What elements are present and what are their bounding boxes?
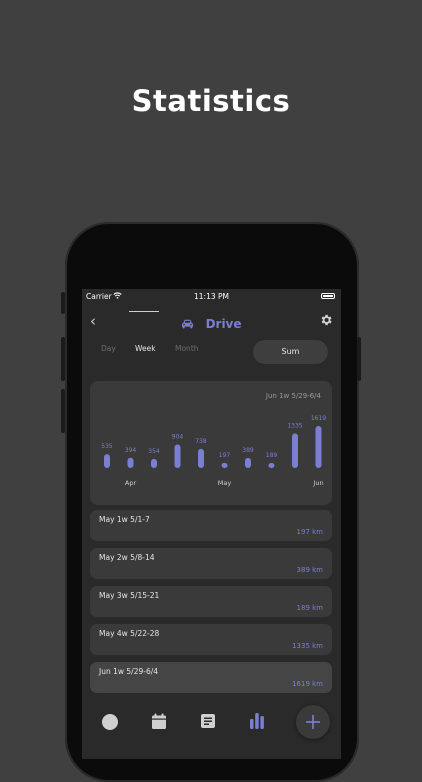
chart-bar[interactable] [245,457,251,468]
week-range-label: May 2w 5/8-14 [99,553,155,562]
chart-bar[interactable] [315,426,322,468]
nav-bar: ‹ Drive [82,309,341,333]
page-headline: Statistics [131,84,291,118]
tab-month[interactable]: Month [175,344,199,353]
active-tab-underline [129,311,159,312]
month-axis-label: Jun [312,479,323,487]
weekly-chart-card: Jun 1w 5/29-6/4 535 394 354 904 738 197 389 189… [90,381,332,505]
status-bar: Carrier 11:13 PM [82,289,341,304]
bar-value-label: 354 [148,448,160,455]
screen-title: Drive [205,317,242,331]
bar-chart-icon[interactable] [249,712,265,729]
week-list-item[interactable]: Jun 1w 5/29-6/4 1619 km [90,662,332,693]
bar-value-label: 904 [172,434,184,441]
app-screen: Carrier 11:13 PM ‹ Drive Day Week Month … [82,289,341,759]
week-list-item[interactable]: May 2w 5/8-14 389 km [90,548,332,579]
bar-value-label: 189 [266,452,278,459]
sum-button[interactable]: Sum [253,340,328,364]
tab-week[interactable]: Week [135,344,156,353]
phone-mute-switch [61,292,65,314]
week-range-label: May 4w 5/22-28 [99,629,160,638]
tab-day[interactable]: Day [101,344,116,353]
calendar-icon[interactable] [151,713,167,730]
weekly-bar-chart: 535 394 354 904 738 197 389 189 1335 1619 Apr May Ju… [101,415,326,487]
notes-icon[interactable] [200,713,216,729]
week-range-label: May 3w 5/15-21 [99,591,160,600]
week-list-item[interactable]: May 3w 5/15-21 189 km [90,586,332,617]
bar-value-label: 389 [242,447,254,454]
title-group: Drive [82,313,341,332]
month-axis-label: Apr [125,479,137,487]
week-distance: 197 km [296,528,323,536]
week-range-label: Jun 1w 5/29-6/4 [99,667,159,676]
week-list-item[interactable]: May 4w 5/22-28 1335 km [90,624,332,655]
car-icon [182,319,194,328]
month-axis-label: May [218,479,232,487]
week-distance: 1619 km [292,680,323,688]
phone-volume-down [61,389,65,433]
bottom-tab-bar [82,703,341,743]
bar-value-label: 197 [219,452,231,459]
bar-value-label: 738 [195,438,207,445]
bar-value-label: 535 [101,443,113,450]
chart-bar[interactable] [268,463,275,468]
chart-bar[interactable] [174,444,181,468]
chart-bar[interactable] [221,462,228,468]
battery-icon [321,293,335,299]
week-list-item[interactable]: May 1w 5/1-7 197 km [90,510,332,541]
status-time: 11:13 PM [194,292,229,301]
bar-value-label: 1335 [287,422,302,429]
chart-bar[interactable] [292,433,298,468]
week-distance: 189 km [296,604,323,612]
chart-bar[interactable] [127,457,134,468]
chart-bar[interactable] [198,448,204,468]
week-range-label: May 1w 5/1-7 [99,515,150,524]
bar-value-label: 1619 [311,415,326,422]
plus-icon [306,715,320,729]
bar-value-label: 394 [125,447,137,454]
phone-power-button [357,337,361,381]
add-entry-button[interactable] [296,705,330,739]
week-distance: 389 km [296,566,323,574]
phone-volume-up [61,337,65,381]
gear-icon[interactable] [319,313,333,327]
chart-bar[interactable] [151,458,157,468]
circle-icon[interactable] [101,713,119,731]
chart-bar[interactable] [104,454,110,468]
week-distance: 1335 km [292,642,323,650]
